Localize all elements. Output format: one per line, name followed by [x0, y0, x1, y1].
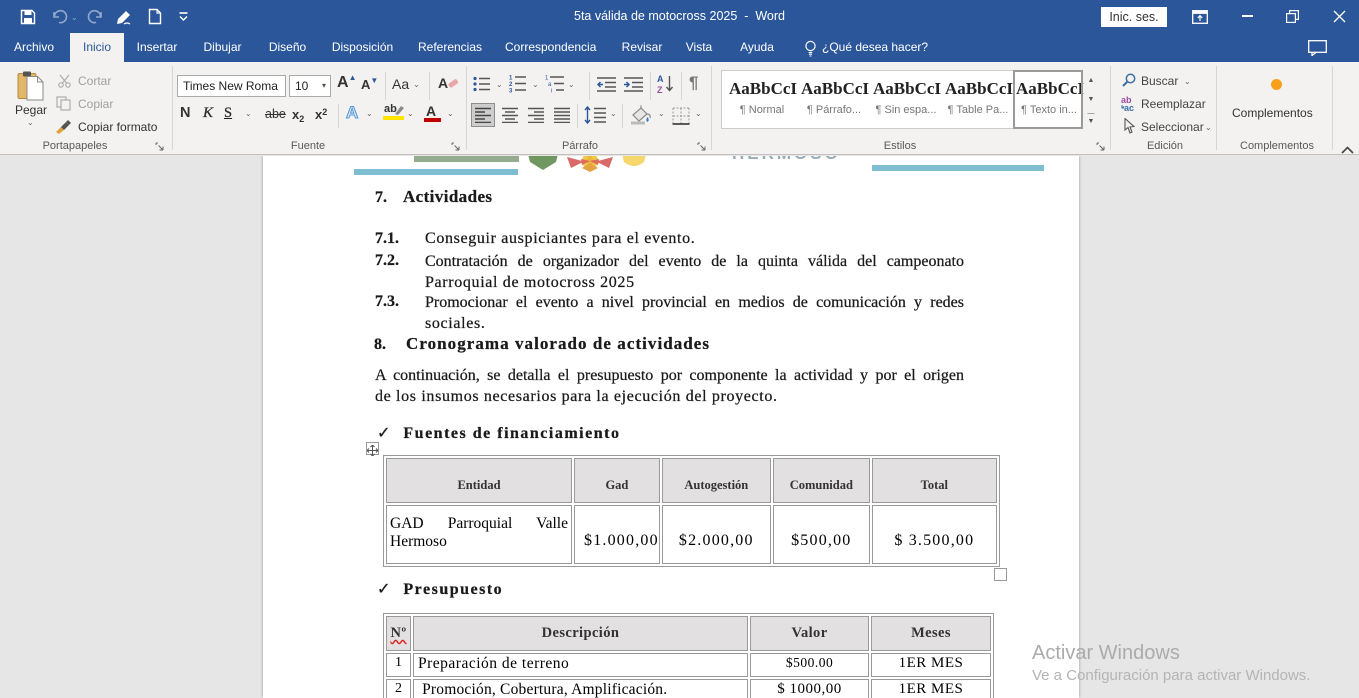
- svg-text:a: a: [548, 82, 552, 88]
- svg-text:1: 1: [545, 76, 549, 82]
- svg-text:i: i: [551, 89, 552, 94]
- svg-text:Z: Z: [657, 85, 663, 94]
- svg-text:2: 2: [509, 82, 513, 88]
- svg-text:1: 1: [509, 76, 513, 82]
- svg-text:ac: ac: [1124, 103, 1134, 112]
- svg-text:A: A: [657, 74, 664, 84]
- svg-text:3: 3: [509, 89, 513, 94]
